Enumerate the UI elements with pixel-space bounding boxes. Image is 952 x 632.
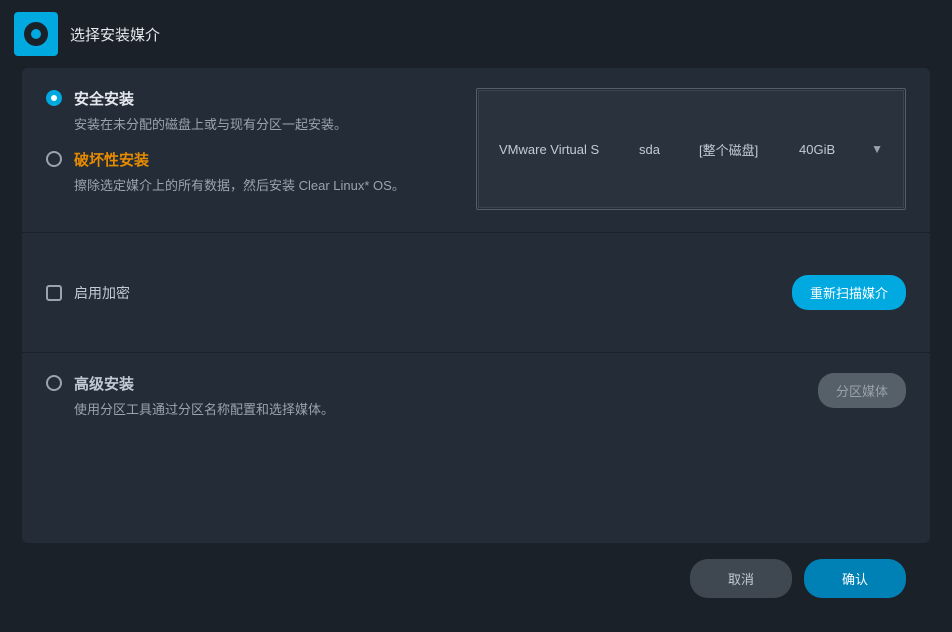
main-panel: 安全安装 安装在未分配的磁盘上或与现有分区一起安装。 破坏性安装 擦除选定媒介上… bbox=[22, 68, 930, 543]
radio-advanced-install[interactable]: 高级安装 使用分区工具通过分区名称配置和选择媒体。 bbox=[46, 373, 334, 420]
radio-button-advanced[interactable] bbox=[46, 375, 62, 391]
encryption-section: 启用加密 重新扫描媒介 bbox=[22, 233, 930, 353]
footer: 取消 确认 bbox=[22, 543, 930, 614]
encryption-label: 启用加密 bbox=[74, 283, 130, 303]
radio-button-destructive[interactable] bbox=[46, 151, 62, 167]
header: 选择安装媒介 bbox=[0, 0, 952, 68]
cancel-button[interactable]: 取消 bbox=[690, 559, 792, 598]
encryption-checkbox[interactable] bbox=[46, 285, 62, 301]
partition-button: 分区媒体 bbox=[818, 373, 906, 408]
advanced-section: 高级安装 使用分区工具通过分区名称配置和选择媒体。 分区媒体 bbox=[22, 353, 930, 440]
radio-advanced-desc: 使用分区工具通过分区名称配置和选择媒体。 bbox=[74, 400, 334, 420]
radio-destructive-desc: 擦除选定媒介上的所有数据，然后安装 Clear Linux* OS。 bbox=[74, 176, 446, 196]
encryption-checkbox-row[interactable]: 启用加密 bbox=[46, 283, 130, 303]
install-options-section: 安全安装 安装在未分配的磁盘上或与现有分区一起安装。 破坏性安装 擦除选定媒介上… bbox=[22, 68, 930, 233]
disk-name: VMware Virtual S bbox=[499, 142, 639, 157]
disk-dropdown[interactable]: VMware Virtual S sda [整个磁盘] 40GiB ▼ bbox=[478, 90, 904, 208]
disk-device: sda bbox=[639, 142, 699, 157]
radio-advanced-title: 高级安装 bbox=[74, 373, 334, 394]
chevron-down-icon: ▼ bbox=[871, 142, 883, 156]
app-icon bbox=[14, 12, 58, 56]
radio-button-safe[interactable] bbox=[46, 90, 62, 106]
disk-selector: VMware Virtual S sda [整个磁盘] 40GiB ▼ bbox=[476, 88, 906, 210]
page-title: 选择安装媒介 bbox=[70, 24, 160, 45]
radio-safe-desc: 安装在未分配的磁盘上或与现有分区一起安装。 bbox=[74, 115, 446, 135]
radio-destructive-title: 破坏性安装 bbox=[74, 149, 446, 170]
radio-safe-title: 安全安装 bbox=[74, 88, 446, 109]
radio-destructive-install[interactable]: 破坏性安装 擦除选定媒介上的所有数据，然后安装 Clear Linux* OS。 bbox=[46, 149, 446, 196]
disk-size: 40GiB bbox=[799, 142, 871, 157]
confirm-button[interactable]: 确认 bbox=[804, 559, 906, 598]
rescan-button[interactable]: 重新扫描媒介 bbox=[792, 275, 906, 310]
disk-scope: [整个磁盘] bbox=[699, 140, 799, 159]
radio-safe-install[interactable]: 安全安装 安装在未分配的磁盘上或与现有分区一起安装。 bbox=[46, 88, 446, 135]
